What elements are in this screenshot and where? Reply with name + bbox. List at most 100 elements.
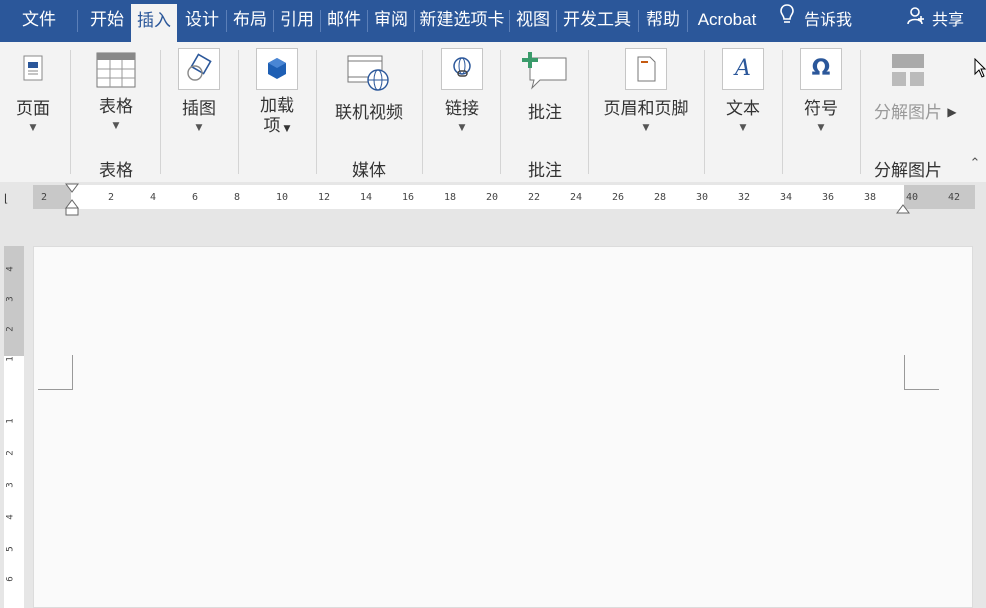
shapes-icon <box>178 48 220 90</box>
ruler-tick-label: 42 <box>948 192 961 203</box>
ruler-tick-label: 4 <box>5 266 16 272</box>
ruler-tick-label: 36 <box>822 192 835 203</box>
vertical-ruler: 4 3 2 1 1 2 3 4 5 6 <box>0 216 30 608</box>
tab-layout[interactable]: 布局 <box>228 0 272 42</box>
ruler-tick-label: 1 <box>5 418 16 424</box>
ruler-tick-label: 2 <box>5 450 16 456</box>
ribbon-scroll-right-icon[interactable]: ▶ <box>942 98 962 126</box>
table-icon <box>96 52 136 88</box>
chevron-down-icon: ▼ <box>739 123 747 133</box>
ruler-tick-label: 2 <box>108 192 115 203</box>
addins-button[interactable]: 加载 项 ▼ <box>252 48 302 139</box>
online-video-button[interactable]: 联机视频 <box>326 52 412 124</box>
ruler-tick-label: 30 <box>696 192 709 203</box>
ruler-tick-label: 12 <box>318 192 331 203</box>
person-icon <box>906 1 926 41</box>
illustrations-button[interactable]: 插图 ▼ <box>176 48 222 136</box>
chevron-down-icon: ▼ <box>642 123 650 133</box>
split-image-button[interactable]: 分解图片 <box>870 52 946 124</box>
header-footer-icon <box>625 48 667 90</box>
symbol-button[interactable]: Ω 符号 ▼ <box>796 48 846 136</box>
cube-icon <box>256 48 298 90</box>
ribbon-insert-panel: 页面 ▼ 表格 ▼ 表格 插图 ▼ 加载 项 ▼ 联机视频 媒体 链接 ▼ 批注… <box>0 42 986 183</box>
page-button[interactable]: 页面 ▼ <box>10 48 56 136</box>
collapse-ribbon-icon[interactable]: ⌃ <box>966 156 984 176</box>
chevron-down-icon: ▼ <box>29 123 37 133</box>
text-box-icon: A <box>722 48 764 90</box>
table-button[interactable]: 表格 ▼ <box>92 52 140 134</box>
online-video-icon <box>346 52 392 92</box>
ribbon-tab-bar: 文件 开始 插入 设计 布局 引用 邮件 审阅 新建选项卡 视图 开发工具 帮助… <box>0 0 986 42</box>
share-button[interactable]: 共享 <box>906 0 964 42</box>
tab-developer[interactable]: 开发工具 <box>558 0 636 42</box>
ruler-tick-label: 24 <box>570 192 583 203</box>
chevron-down-icon: ▼ <box>458 123 466 133</box>
ruler-tick-label: 2 <box>41 192 48 203</box>
tab-references[interactable]: 引用 <box>275 0 319 42</box>
chevron-down-icon: ▼ <box>195 123 203 133</box>
symbol-label: 符号 <box>804 99 838 119</box>
online-video-label: 联机视频 <box>335 103 403 123</box>
ruler-tick-label: 34 <box>780 192 793 203</box>
lightbulb-icon <box>780 1 794 41</box>
ruler-tick-label: 4 <box>5 514 16 520</box>
ruler-tick-label: 1 <box>5 356 16 362</box>
ruler-tick-label: 38 <box>864 192 877 203</box>
tell-me-label: 告诉我 <box>804 10 853 29</box>
group-label-comment: 批注 <box>528 161 562 181</box>
ruler-tick-label: 3 <box>5 296 16 302</box>
tab-insert[interactable]: 插入 <box>131 4 177 42</box>
ruler-tick-label: 6 <box>192 192 199 203</box>
split-image-icon <box>888 52 928 88</box>
ruler-tick-label: 10 <box>276 192 289 203</box>
header-footer-label: 页眉和页脚 <box>603 99 689 119</box>
right-indent-marker[interactable] <box>896 200 910 214</box>
ruler-tick-label: 3 <box>5 482 16 488</box>
group-label-table: 表格 <box>99 161 133 181</box>
horizontal-ruler: ⌊ 2 2 4 6 8 10 12 14 16 18 20 22 24 26 28 30 32 34 36 38 40 4… <box>0 182 986 216</box>
share-label: 共享 <box>932 10 965 29</box>
ruler-tick-label: 16 <box>402 192 415 203</box>
ruler-tick-label: 6 <box>5 576 16 582</box>
table-label: 表格 <box>99 97 133 117</box>
tab-selector[interactable]: ⌊ <box>4 192 18 206</box>
ruler-tick-label: 8 <box>234 192 241 203</box>
link-button[interactable]: 链接 ▼ <box>438 48 486 136</box>
ruler-tick-label: 28 <box>654 192 667 203</box>
tab-help[interactable]: 帮助 <box>640 0 686 42</box>
document-page[interactable] <box>33 246 973 608</box>
tab-design[interactable]: 设计 <box>180 0 224 42</box>
page-icon <box>12 48 54 90</box>
omega-icon: Ω <box>800 48 842 90</box>
tab-home[interactable]: 开始 <box>84 0 130 42</box>
tell-me-search[interactable]: 告诉我 <box>780 0 852 42</box>
tab-new-tab[interactable]: 新建选项卡 <box>416 0 508 42</box>
ruler-tick-label: 18 <box>444 192 457 203</box>
tab-mailings[interactable]: 邮件 <box>322 0 366 42</box>
ruler-tick-label: 20 <box>486 192 499 203</box>
ruler-tick-label: 32 <box>738 192 751 203</box>
ruler-tick-label: 22 <box>528 192 541 203</box>
tab-view[interactable]: 视图 <box>511 0 555 42</box>
text-label: 文本 <box>726 99 760 119</box>
mouse-cursor-icon <box>974 57 986 78</box>
link-label: 链接 <box>445 99 479 119</box>
ruler-tick-label: 14 <box>360 192 373 203</box>
margin-corner-mark <box>38 355 73 390</box>
chevron-down-icon: ▼ <box>817 123 825 133</box>
comment-button[interactable]: 批注 <box>516 52 574 124</box>
split-image-label: 分解图片 <box>874 103 942 123</box>
ruler-tick-label: 2 <box>5 326 16 332</box>
group-label-split-image: 分解图片 <box>874 161 942 181</box>
chevron-down-icon: ▼ <box>283 124 291 134</box>
text-button[interactable]: A 文本 ▼ <box>718 48 768 136</box>
tab-review[interactable]: 审阅 <box>369 0 413 42</box>
tab-file[interactable]: 文件 <box>8 0 70 42</box>
ruler-tick-label: 26 <box>612 192 625 203</box>
tab-acrobat[interactable]: Acrobat <box>690 0 764 42</box>
comment-label: 批注 <box>528 103 562 123</box>
indent-marker[interactable] <box>65 182 79 216</box>
group-label-media: 媒体 <box>352 161 386 181</box>
header-footer-button[interactable]: 页眉和页脚 ▼ <box>600 48 692 136</box>
addins-label-line2: 项 <box>263 116 281 136</box>
